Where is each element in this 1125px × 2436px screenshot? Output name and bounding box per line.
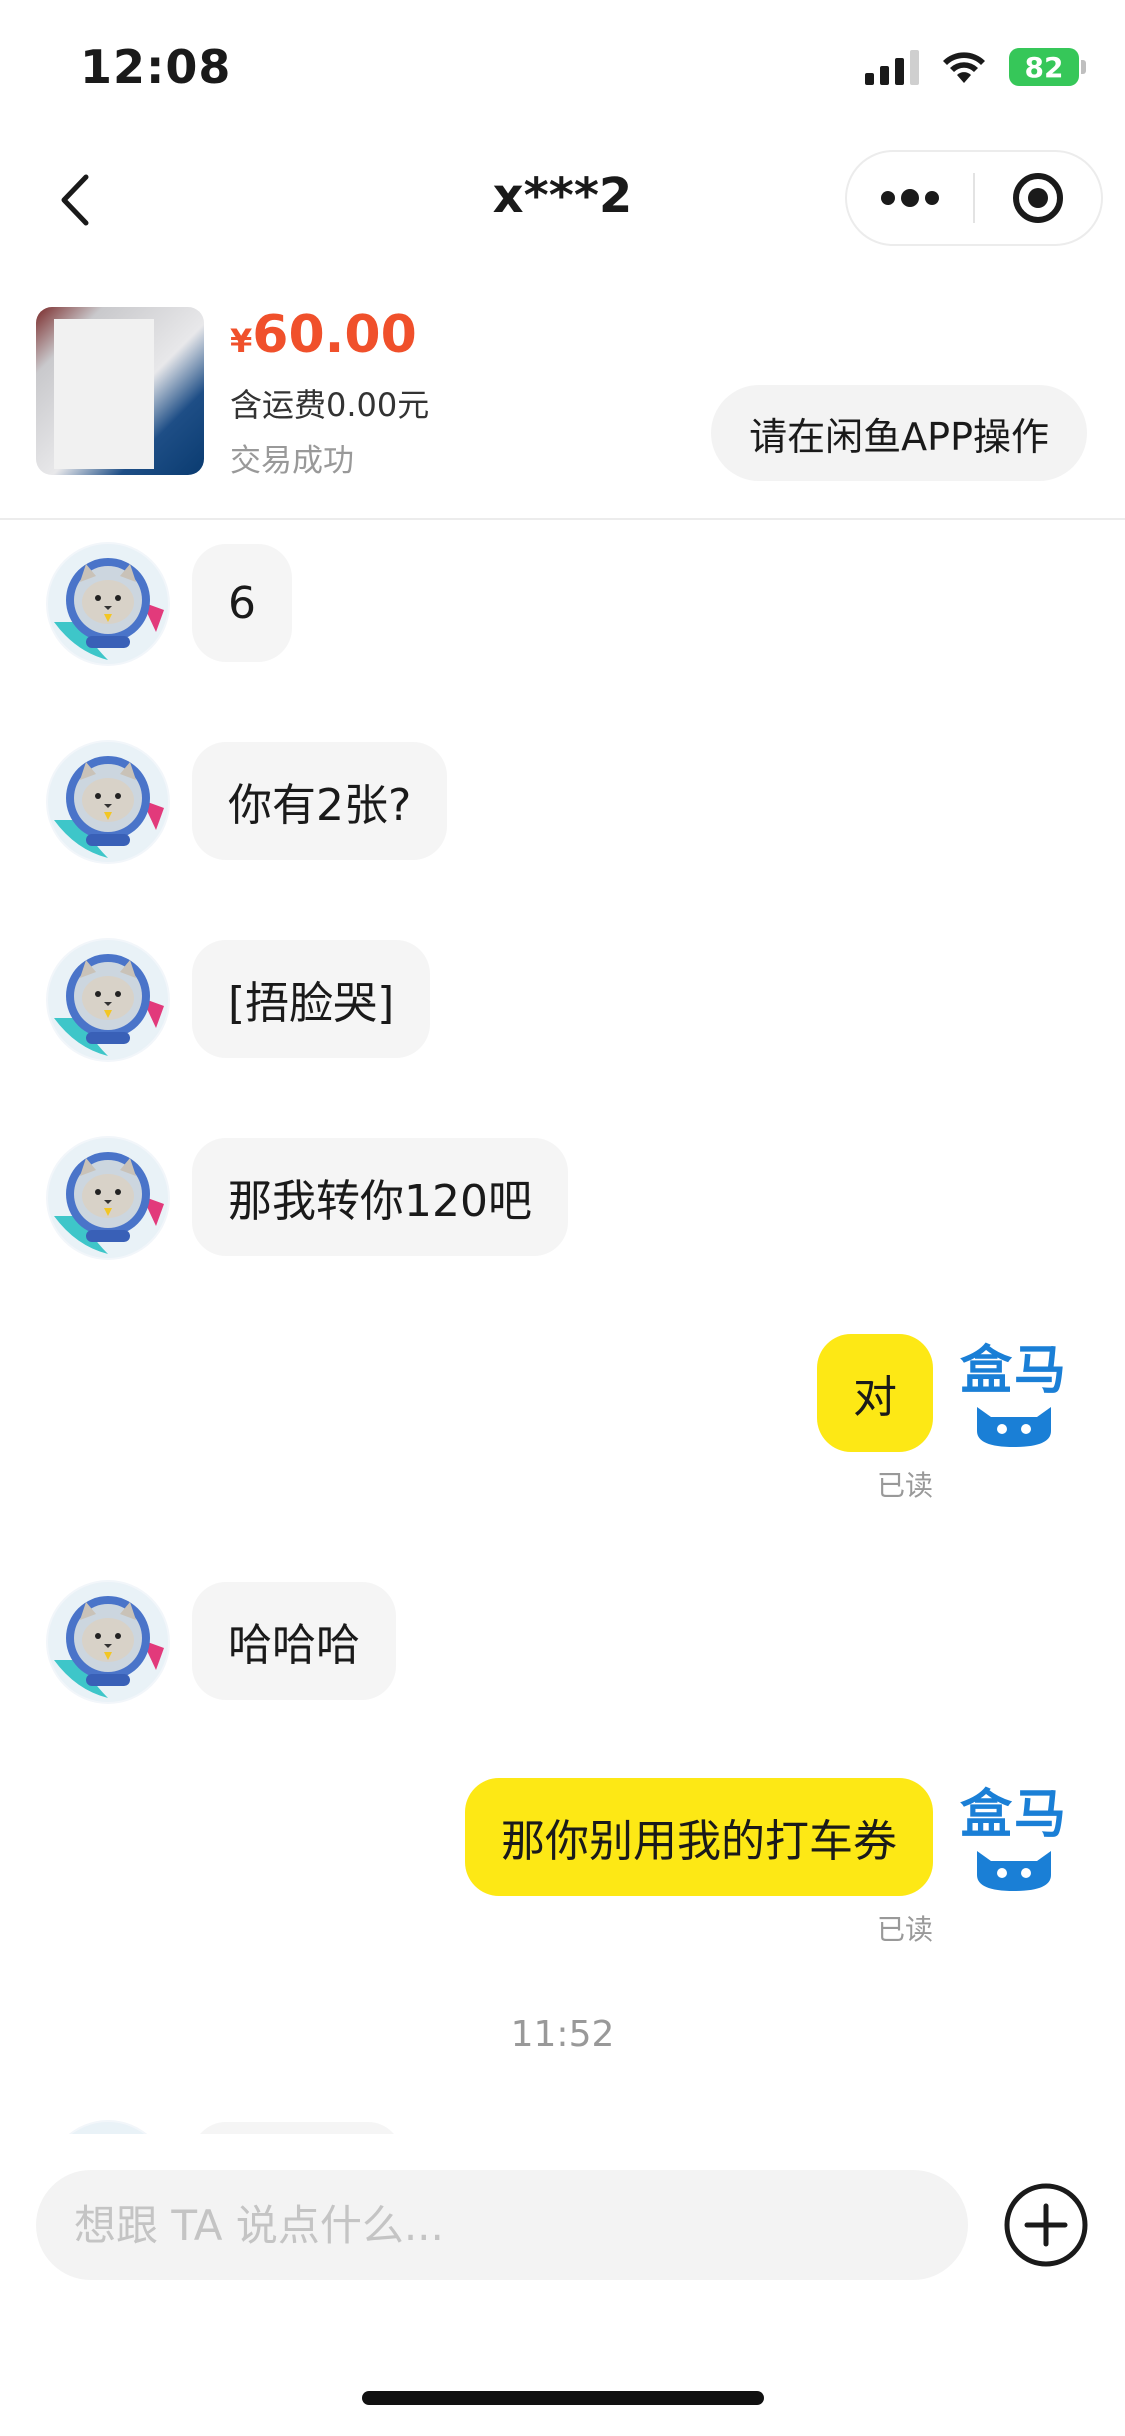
cat-avatar-icon — [48, 940, 168, 1060]
partner-avatar[interactable] — [46, 542, 170, 666]
wifi-icon — [943, 52, 985, 83]
plus-circle-icon — [1004, 2183, 1088, 2267]
status-bar: 12:08 82 — [0, 0, 1125, 140]
cat-avatar-icon — [48, 1138, 168, 1258]
message-input[interactable] — [36, 2170, 968, 2280]
read-receipt: 已读 — [876, 1469, 933, 1502]
hippo-mascot-icon — [977, 1407, 1051, 1447]
own-avatar[interactable]: 盒马 — [949, 1774, 1079, 1904]
more-button[interactable] — [847, 152, 973, 244]
read-receipt: 已读 — [876, 1913, 933, 1946]
order-card[interactable]: ¥60.00 含运费0.00元 交易成功 请在闲鱼APP操作 — [0, 285, 1125, 520]
message-bubble-received[interactable]: 哈哈哈 — [192, 1582, 396, 1700]
message-bubble-received[interactable]: [捂脸哭] — [192, 940, 431, 1058]
message-bubble-received[interactable]: 你有2张? — [192, 742, 448, 860]
brand-avatar-text: 盒马 — [959, 1341, 1068, 1401]
battery-icon: 82 — [1009, 48, 1086, 86]
partner-avatar[interactable] — [46, 938, 170, 1062]
status-time: 12:08 — [80, 40, 232, 94]
price-amount: 60.00 — [252, 305, 417, 365]
order-price: ¥60.00 — [230, 305, 417, 365]
partner-avatar[interactable] — [46, 2120, 170, 2134]
chat-header: x***2 — [0, 140, 1125, 260]
message-timestamp: 11:52 — [510, 2014, 615, 2055]
product-thumbnail[interactable] — [36, 307, 204, 475]
miniapp-capsule — [845, 150, 1103, 246]
more-dots-icon — [881, 189, 939, 207]
chat-messages[interactable]: 6 你有2张? [捂脸哭] 那我转你120吧 对 盒马 已读 哈哈哈 那你别用我… — [0, 522, 1125, 2134]
open-app-button[interactable]: 请在闲鱼APP操作 — [711, 385, 1087, 481]
currency-symbol: ¥ — [230, 322, 253, 360]
home-indicator[interactable] — [362, 2391, 764, 2405]
message-bubble-sent[interactable]: 对 — [817, 1334, 933, 1452]
status-icons: 82 — [865, 48, 1086, 86]
message-bubble-received-partial[interactable] — [192, 2122, 402, 2134]
own-avatar[interactable]: 盒马 — [949, 1330, 1079, 1460]
message-bubble-sent[interactable]: 那你别用我的打车券 — [465, 1778, 933, 1896]
cat-avatar-icon — [72, 2122, 144, 2134]
input-bar — [0, 2134, 1125, 2284]
hippo-mascot-icon — [977, 1851, 1051, 1891]
cat-avatar-icon — [48, 742, 168, 862]
product-image-document — [54, 319, 154, 469]
partner-avatar[interactable] — [46, 1136, 170, 1260]
target-icon — [1012, 173, 1063, 223]
battery-level: 82 — [1024, 50, 1064, 84]
shipping-fee: 含运费0.00元 — [230, 386, 430, 424]
attach-button[interactable] — [1003, 2182, 1089, 2268]
signal-icon — [865, 49, 919, 85]
close-miniapp-button[interactable] — [975, 152, 1101, 244]
order-status: 交易成功 — [230, 443, 354, 479]
partner-avatar[interactable] — [46, 1580, 170, 1704]
brand-avatar-text: 盒马 — [959, 1785, 1068, 1845]
partner-avatar[interactable] — [46, 740, 170, 864]
message-bubble-received[interactable]: 6 — [192, 544, 292, 662]
cat-avatar-icon — [48, 1582, 168, 1702]
cat-avatar-icon — [48, 544, 168, 664]
message-bubble-received[interactable]: 那我转你120吧 — [192, 1138, 568, 1256]
